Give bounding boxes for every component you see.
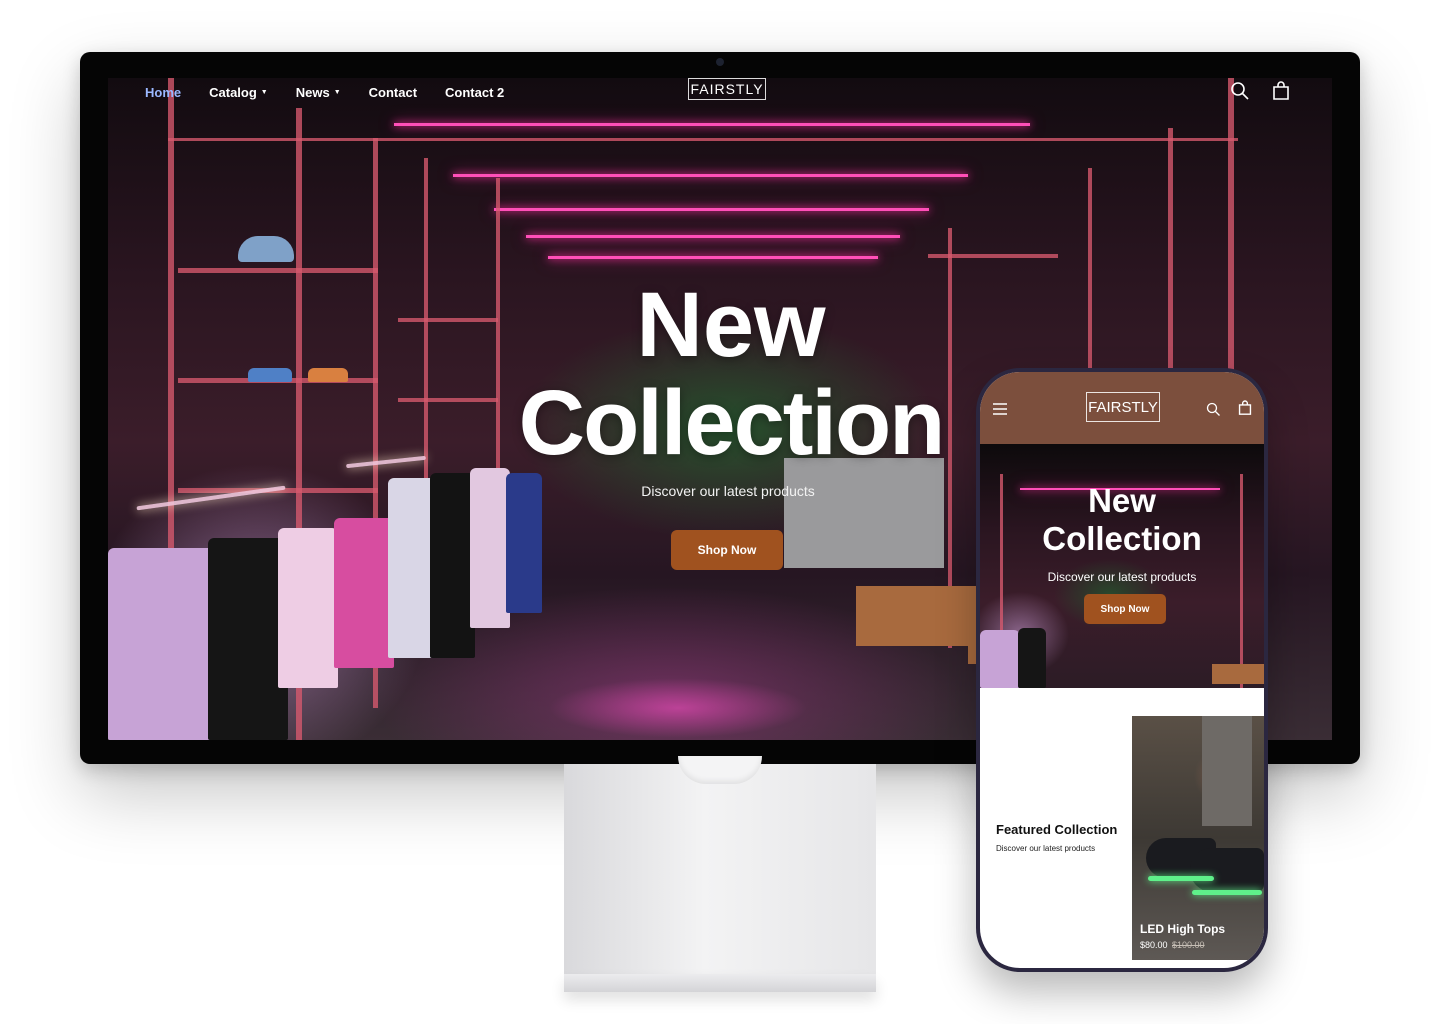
shopping-bag-icon[interactable] — [1238, 400, 1252, 421]
caret-down-icon: ▼ — [333, 88, 341, 96]
store-logo[interactable]: FAIRSTLY — [688, 78, 766, 100]
mobile-hero-subtitle: Discover our latest products — [1047, 570, 1197, 584]
mobile-hero-title-line1: New — [1088, 482, 1156, 519]
header-actions — [1230, 81, 1290, 106]
monitor-stand-base — [564, 974, 876, 992]
mobile-hero-title-line2: Collection — [1042, 520, 1202, 557]
hero-title-line2: Collection — [518, 372, 946, 474]
nav-item-label: Home — [145, 84, 182, 100]
hero-title-line1: New — [636, 274, 826, 376]
mobile-hero — [980, 444, 1264, 688]
product-card[interactable]: LED High Tops $80.00 $100.00 — [1132, 716, 1264, 960]
mobile-store-logo[interactable]: FAIRSTLY — [1086, 392, 1160, 422]
shop-now-button[interactable]: Shop Now — [671, 530, 783, 570]
product-price: $80.00 — [1140, 940, 1168, 950]
nav-item-label: Contact — [368, 84, 418, 100]
nav-item-news[interactable]: News ▼ — [296, 85, 341, 100]
product-name: LED High Tops — [1140, 922, 1226, 936]
featured-collection-subtitle: Discover our latest products — [996, 844, 1096, 853]
hero-title: New Collection — [496, 276, 966, 472]
monitor-stand — [564, 764, 876, 986]
nav-item-label: Catalog — [209, 84, 257, 100]
nav-item-home[interactable]: Home — [145, 85, 181, 100]
search-icon[interactable] — [1206, 402, 1221, 422]
hero-subtitle: Discover our latest products — [641, 483, 815, 499]
mobile-shop-now-button[interactable]: Shop Now — [1084, 594, 1166, 624]
nav-item-catalog[interactable]: Catalog ▼ — [209, 85, 268, 100]
hamburger-menu-icon[interactable] — [992, 402, 1008, 421]
camera-dot — [716, 58, 724, 66]
nav-item-contact[interactable]: Contact — [369, 85, 417, 100]
mobile-screen: FAIRSTLY New Collection Discover our lat… — [980, 372, 1264, 968]
search-icon[interactable] — [1230, 81, 1250, 106]
nav-item-label: Contact 2 — [445, 84, 505, 100]
product-compare-price: $100.00 — [1172, 940, 1205, 950]
mobile-header: FAIRSTLY — [980, 372, 1264, 444]
nav-item-label: News — [295, 84, 330, 100]
shopping-bag-icon[interactable] — [1272, 81, 1290, 106]
mobile-hero-title: New Collection — [980, 482, 1264, 558]
nav-item-contact-2[interactable]: Contact 2 — [445, 85, 504, 100]
mobile-phone: FAIRSTLY New Collection Discover our lat… — [976, 368, 1268, 972]
caret-down-icon: ▼ — [260, 88, 268, 96]
featured-collection-title: Featured Collection — [996, 822, 1118, 837]
